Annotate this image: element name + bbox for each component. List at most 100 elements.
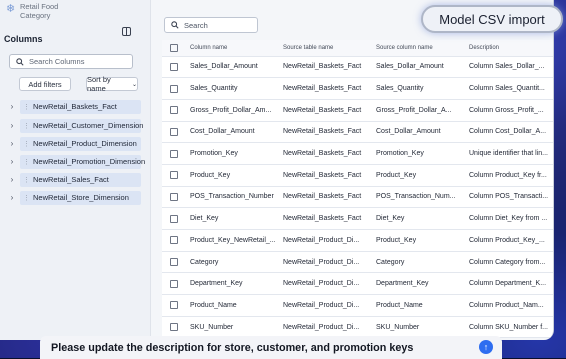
description-cell[interactable]: Column Cost_Dollar_A...	[463, 121, 553, 144]
table-row[interactable]: Product_Name NewRetail_Product_Di... Produ…	[162, 294, 553, 317]
search-placeholder: Search	[184, 20, 208, 30]
chevron-right-icon: ›	[10, 121, 14, 130]
select-all-checkbox[interactable]	[170, 43, 178, 52]
description-cell[interactable]: Column Sales_Quantit...	[463, 77, 553, 100]
row-select-cell[interactable]	[162, 142, 184, 165]
chevron-right-icon: ›	[10, 139, 14, 148]
description-cell[interactable]: Column Product_Key_...	[463, 229, 553, 252]
sort-dropdown[interactable]: Sort by name ⌄	[86, 75, 138, 93]
row-select-cell[interactable]	[162, 121, 184, 144]
row-select-cell[interactable]	[162, 251, 184, 274]
column-name-cell: Product_Key_NewRetail_...	[184, 229, 277, 252]
source-column-cell: Department_Key	[370, 272, 463, 296]
table-row[interactable]: Promotion_Key NewRetail_Baskets_Fact Promo…	[162, 142, 553, 165]
source-table-cell: NewRetail_Product_Di...	[277, 251, 370, 274]
prompt-bar[interactable]: Please update the description for store,…	[40, 336, 502, 359]
description-cell[interactable]: Column Product_Nam...	[463, 294, 553, 317]
table-tree-item[interactable]: › ⋮ NewRetail_Baskets_Fact	[4, 99, 151, 114]
table-row[interactable]: Cost_Dollar_Amount NewRetail_Baskets_Fact…	[162, 121, 553, 144]
logo-icon: ❄	[6, 3, 16, 15]
row-checkbox[interactable]	[170, 127, 178, 136]
source-table-cell: NewRetail_Baskets_Fact	[277, 77, 370, 100]
row-select-cell[interactable]	[162, 294, 184, 317]
row-checkbox[interactable]	[170, 236, 178, 245]
brand-line-2: Category	[20, 10, 51, 20]
column-name-cell: Gross_Profit_Dollar_Am...	[184, 99, 277, 122]
chevron-right-icon: ›	[10, 157, 14, 166]
column-name-cell: Diet_Key	[184, 207, 277, 230]
row-checkbox[interactable]	[170, 301, 178, 310]
source-table-cell: NewRetail_Product_Di...	[277, 294, 370, 317]
row-checkbox[interactable]	[170, 84, 178, 93]
table-row[interactable]: Category NewRetail_Product_Di... Category C…	[162, 251, 553, 274]
source-table-cell: NewRetail_Baskets_Fact	[277, 142, 370, 165]
row-select-cell[interactable]	[162, 186, 184, 209]
table-tree-item[interactable]: › ⋮ NewRetail_Promotion_Dimension	[4, 154, 151, 169]
description-cell[interactable]: Column Diet_Key from ...	[463, 207, 553, 230]
row-checkbox[interactable]	[170, 258, 178, 267]
column-name-cell: SKU_Number	[184, 316, 277, 339]
description-cell[interactable]: Column Category from...	[463, 251, 553, 274]
row-checkbox[interactable]	[170, 171, 178, 180]
table-row[interactable]: Department_Key NewRetail_Product_Di... Dep…	[162, 272, 553, 296]
search-input[interactable]: Search	[164, 17, 258, 33]
row-checkbox[interactable]	[170, 192, 178, 201]
row-select-cell[interactable]	[162, 316, 184, 339]
table-row[interactable]: Gross_Profit_Dollar_Am... NewRetail_Baske…	[162, 99, 553, 122]
row-select-cell[interactable]	[162, 77, 184, 100]
description-cell[interactable]: Unique identifier that lin...	[463, 142, 553, 165]
source-table-cell: NewRetail_Baskets_Fact	[277, 207, 370, 230]
table-row[interactable]: POS_Transaction_Number NewRetail_Baskets_…	[162, 186, 553, 209]
description-cell[interactable]: Column Department_K...	[463, 272, 553, 296]
source-column-cell: Promotion_Key	[370, 142, 463, 165]
arrow-up-icon[interactable]: ↑	[479, 340, 493, 354]
drag-handle-icon: ⋮	[23, 122, 30, 130]
table-row[interactable]: SKU_Number NewRetail_Product_Di... SKU_Num…	[162, 316, 553, 339]
description-cell[interactable]: Column Sales_Dollar_...	[463, 56, 553, 79]
drag-handle-icon: ⋮	[23, 194, 30, 202]
row-select-cell[interactable]	[162, 207, 184, 230]
column-search-input[interactable]: Search Columns	[9, 54, 133, 69]
add-filters-button[interactable]: Add filters	[19, 77, 71, 91]
select-all-cell[interactable]	[162, 40, 184, 57]
chevron-right-icon: ›	[10, 102, 14, 111]
row-checkbox[interactable]	[170, 149, 178, 158]
row-checkbox[interactable]	[170, 323, 178, 332]
description-cell[interactable]: Column Product_Key fr...	[463, 164, 553, 187]
table-name: NewRetail_Product_Dimension	[33, 139, 137, 148]
row-checkbox[interactable]	[170, 62, 178, 71]
column-search-placeholder: Search Columns	[29, 57, 85, 66]
source-column-cell: Product_Key	[370, 164, 463, 187]
table-row[interactable]: Diet_Key NewRetail_Baskets_Fact Diet_Key Co…	[162, 207, 553, 230]
row-select-cell[interactable]	[162, 99, 184, 122]
source-column-cell: Category	[370, 251, 463, 274]
row-checkbox[interactable]	[170, 214, 178, 223]
description-cell[interactable]: Column POS_Transacti...	[463, 186, 553, 209]
column-header[interactable]: Source column name	[370, 40, 463, 57]
column-name-cell: Product_Name	[184, 294, 277, 317]
row-checkbox[interactable]	[170, 106, 178, 115]
column-header[interactable]: Source table name	[277, 40, 370, 57]
table-name: NewRetail_Sales_Fact	[33, 175, 109, 184]
table-tree-item[interactable]: › ⋮ NewRetail_Sales_Fact	[4, 172, 151, 187]
table-name: NewRetail_Baskets_Fact	[33, 102, 117, 111]
table-tree-item[interactable]: › ⋮ NewRetail_Customer_Dimension	[4, 118, 151, 133]
source-table-cell: NewRetail_Baskets_Fact	[277, 99, 370, 122]
row-select-cell[interactable]	[162, 229, 184, 252]
column-header[interactable]: Column name	[184, 40, 277, 57]
table-row[interactable]: Sales_Quantity NewRetail_Baskets_Fact Sale…	[162, 77, 553, 100]
table-row[interactable]: Product_Key NewRetail_Baskets_Fact Product…	[162, 164, 553, 187]
table-row[interactable]: Sales_Dollar_Amount NewRetail_Baskets_Fac…	[162, 56, 553, 79]
table-row[interactable]: Product_Key_NewRetail_... NewRetail_Produ…	[162, 229, 553, 252]
table-tree-item[interactable]: › ⋮ NewRetail_Store_Dimension	[4, 190, 151, 205]
row-checkbox[interactable]	[170, 279, 178, 288]
description-cell[interactable]: Column SKU_Number f...	[463, 316, 553, 339]
sidebar-title: Columns	[4, 34, 43, 44]
row-select-cell[interactable]	[162, 272, 184, 296]
collapse-panel-icon[interactable]	[122, 27, 131, 36]
row-select-cell[interactable]	[162, 56, 184, 79]
table-tree-item[interactable]: › ⋮ NewRetail_Product_Dimension	[4, 136, 151, 151]
column-header[interactable]: Description	[463, 40, 553, 57]
row-select-cell[interactable]	[162, 164, 184, 187]
description-cell[interactable]: Column Gross_Profit_...	[463, 99, 553, 122]
